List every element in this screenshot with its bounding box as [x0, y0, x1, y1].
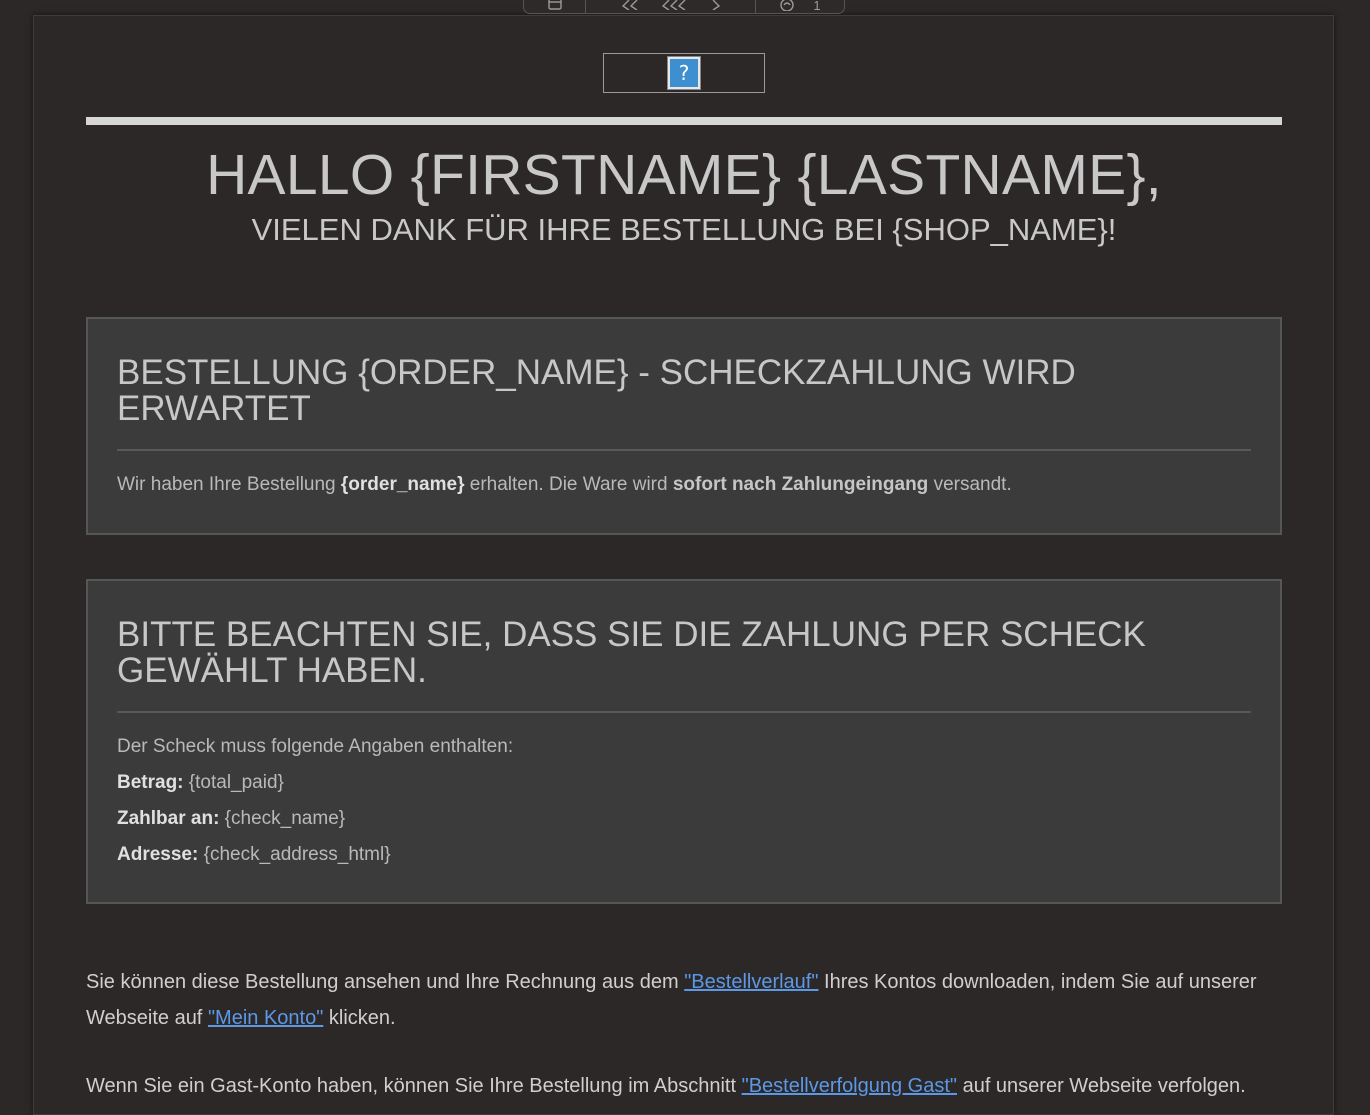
header-divider: [86, 117, 1282, 125]
reply-icon[interactable]: [619, 0, 641, 13]
attachment-count: 1: [813, 0, 821, 13]
order-status-title: BESTELLUNG {ORDER_NAME} - SCHECKZAHLUNG …: [117, 355, 1251, 451]
message-toolbar: 1: [523, 0, 845, 14]
check-field-address: Adresse: {check_address_html}: [117, 844, 391, 865]
forward-icon[interactable]: [707, 0, 723, 13]
thanks-subheading: VIELEN DANK FÜR IHRE BESTELLUNG BEI {SHO…: [251, 212, 1117, 247]
order-history-paragraph: Sie können diese Bestellung ansehen und …: [86, 971, 1257, 1029]
check-field-payee: Zahlbar an: {check_name}: [117, 808, 346, 829]
my-account-link[interactable]: "Mein Konto": [208, 1007, 323, 1029]
attachment-icon[interactable]: [779, 0, 795, 14]
calendar-icon[interactable]: [547, 0, 563, 14]
guest-tracking-link[interactable]: "Bestellverfolgung Gast": [742, 1075, 957, 1097]
reply-all-icon[interactable]: [659, 0, 689, 13]
order-status-box: BESTELLUNG {ORDER_NAME} - SCHECKZAHLUNG …: [86, 317, 1282, 535]
guest-tracking-paragraph: Wenn Sie ein Gast-Konto haben, können Si…: [86, 1075, 1246, 1097]
greeting-block: HALLO {FIRSTNAME} {LASTNAME}, VIELEN DAN…: [86, 142, 1282, 250]
greeting-heading: HALLO {FIRSTNAME} {LASTNAME},: [206, 143, 1162, 207]
toolbar-group-calendar: [524, 0, 586, 13]
broken-image-icon: ?: [667, 56, 701, 90]
order-history-link[interactable]: "Bestellverlauf": [684, 971, 818, 993]
toolbar-group-reply: [586, 0, 756, 13]
check-payment-title: BITTE BEACHTEN SIE, DASS SIE DIE ZAHLUNG…: [117, 617, 1251, 713]
email-body: ? HALLO {FIRSTNAME} {LASTNAME}, VIELEN D…: [33, 15, 1334, 1115]
order-status-text: Wir haben Ihre Bestellung {order_name} e…: [117, 474, 1012, 495]
toolbar-group-attachments: 1: [756, 0, 844, 13]
check-payment-box: BITTE BEACHTEN SIE, DASS SIE DIE ZAHLUNG…: [86, 579, 1282, 904]
check-intro: Der Scheck muss folgende Angaben enthalt…: [117, 736, 514, 757]
shipping-note: sofort nach Zahlungeingang: [672, 474, 929, 495]
shop-logo-frame: ?: [603, 53, 765, 93]
order-name: {order_name}: [340, 474, 465, 495]
check-field-amount: Betrag: {total_paid}: [117, 772, 284, 793]
